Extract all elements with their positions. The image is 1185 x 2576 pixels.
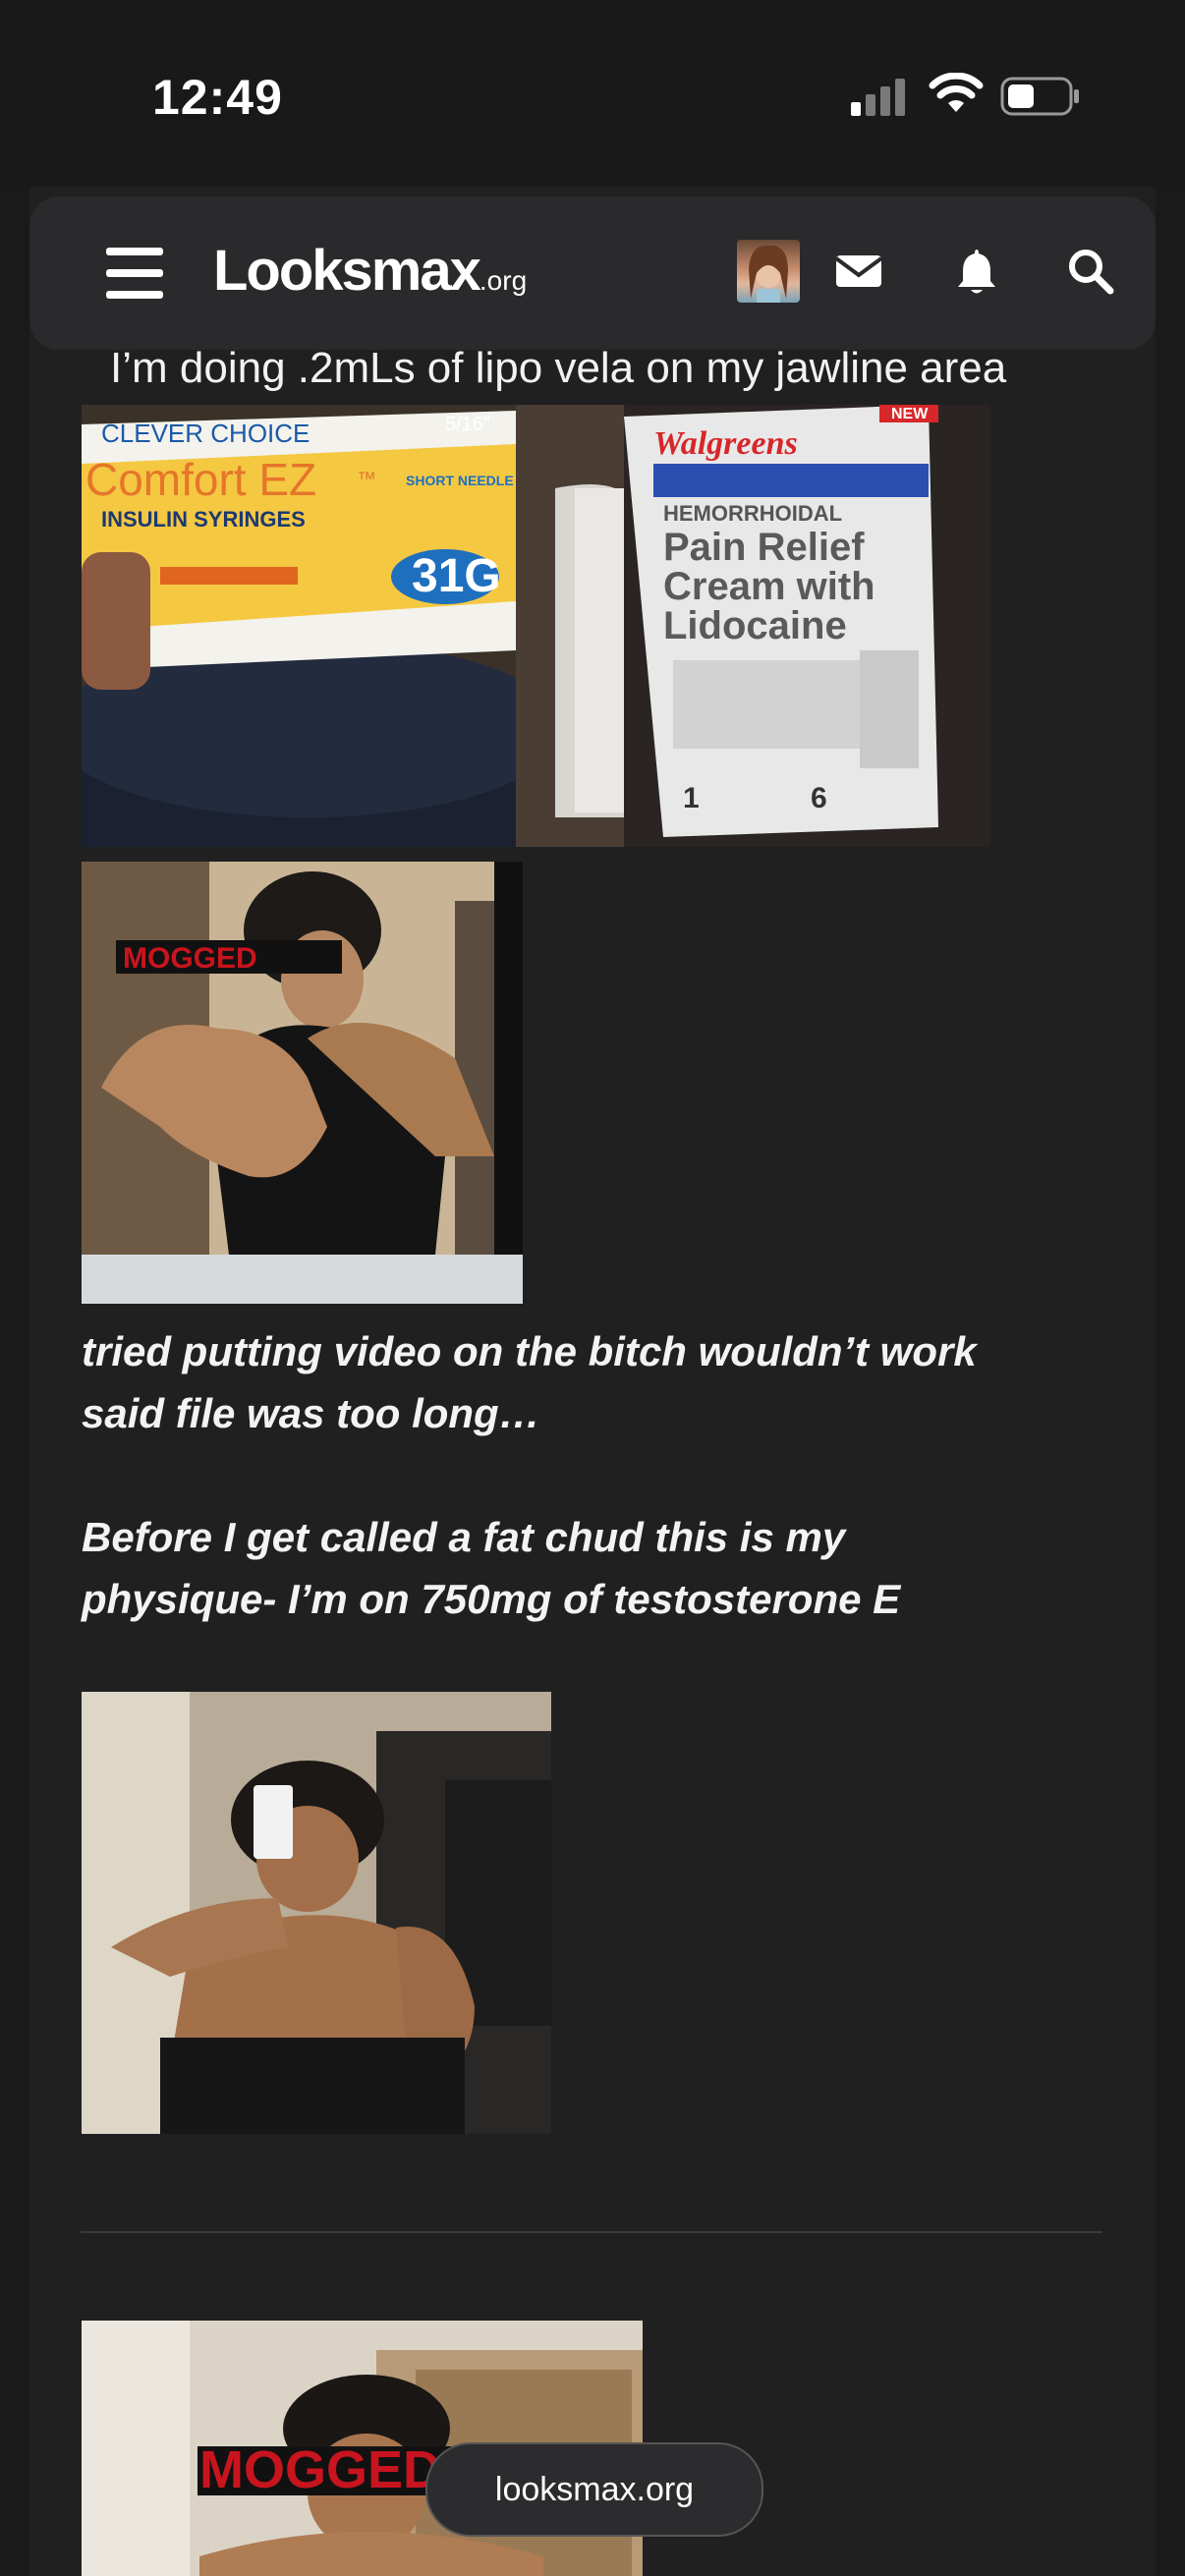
- cream-photo-art: NEW Walgreens HEMORRHOIDAL Pain Relief C…: [516, 405, 990, 847]
- cream-line2: Cream with: [663, 565, 875, 608]
- avatar[interactable]: [737, 240, 800, 303]
- caption-line-2: said file was too long…: [82, 1390, 540, 1436]
- mirror-selfie-2-art: [82, 1692, 551, 2134]
- syringe-brand: CLEVER CHOICE: [101, 419, 310, 448]
- mirror-selfie-1-art: MOGGED: [82, 862, 523, 1304]
- browser-url-pill[interactable]: looksmax.org: [425, 2442, 763, 2537]
- syringe-size: 5/16": [445, 414, 490, 435]
- syringes-photo[interactable]: CLEVER CHOICE Comfort EZ ™ INSULIN SYRIN…: [82, 405, 516, 847]
- logo-main: Looksmax: [213, 239, 481, 303]
- partial-post-text: I’m doing .2mLs of lipo vela on my jawli…: [110, 344, 1007, 392]
- syringes-photo-art: CLEVER CHOICE Comfort EZ ™ INSULIN SYRIN…: [82, 405, 516, 847]
- mirror-selfie-2[interactable]: [82, 1692, 551, 2134]
- syringe-sub: INSULIN SYRINGES: [101, 507, 306, 532]
- menu-icon[interactable]: [106, 248, 163, 299]
- status-bar: 12:49: [0, 0, 1185, 187]
- syringe-product: Comfort EZ: [85, 454, 316, 505]
- mail-icon[interactable]: [833, 246, 884, 297]
- cream-line3: Lidocaine: [663, 604, 847, 647]
- status-time: 12:49: [152, 70, 283, 125]
- cream-photo[interactable]: NEW Walgreens HEMORRHOIDAL Pain Relief C…: [516, 405, 990, 847]
- mirror-selfie-1[interactable]: MOGGED: [82, 862, 523, 1304]
- cream-new-badge: NEW: [891, 406, 929, 422]
- syringe-needle: SHORT NEEDLE: [406, 473, 514, 488]
- cellular-signal-icon: [851, 79, 905, 116]
- cream-brand: Walgreens: [653, 425, 798, 462]
- top-navbar: Looksmax.org: [29, 196, 1156, 350]
- mogged-overlay-3: MOGGED: [199, 2440, 441, 2499]
- logo-suffix: .org: [479, 265, 528, 296]
- battery-icon: [1000, 77, 1079, 116]
- cream-packets: 6: [811, 782, 827, 814]
- cream-tube-count: 1: [683, 782, 700, 814]
- bell-icon[interactable]: [951, 246, 1002, 297]
- caption-line-4: physique- I’m on 750mg of testosterone E: [82, 1576, 901, 1622]
- caption-line-1: tried putting video on the bitch wouldn’…: [82, 1328, 977, 1374]
- search-icon[interactable]: [1065, 246, 1116, 297]
- mogged-overlay-1: MOGGED: [123, 942, 257, 975]
- wifi-icon: [929, 73, 984, 112]
- cream-line1: Pain Relief: [663, 526, 865, 569]
- syringe-gauge: 31G: [412, 550, 501, 602]
- site-logo[interactable]: Looksmax.org: [213, 238, 527, 304]
- caption-line-3: Before I get called a fat chud this is m…: [82, 1514, 846, 1560]
- avatar-face: [749, 245, 788, 303]
- cream-category: HEMORRHOIDAL: [663, 501, 842, 526]
- post-divider: [81, 2231, 1102, 2233]
- syringe-tm: ™: [357, 469, 376, 490]
